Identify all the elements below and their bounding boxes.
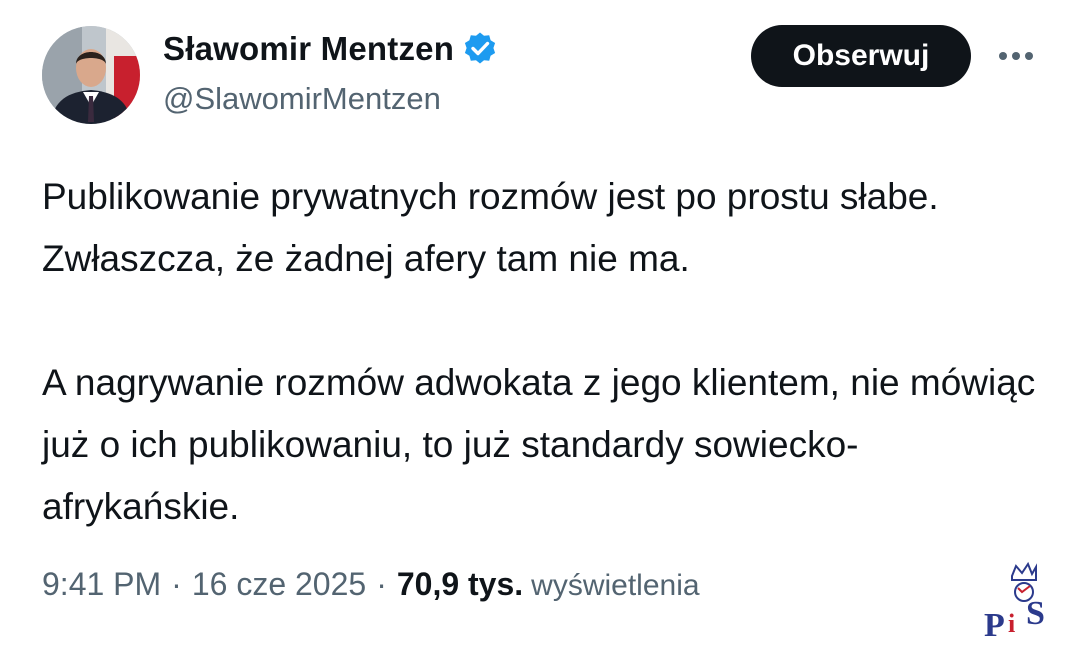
tweet-paragraph-2: A nagrywanie rozmów adwokata z jego klie… [42,362,1036,527]
tweet-text: Publikowanie prywatnych rozmów jest po p… [42,166,1042,538]
watermark-logo: P i S [972,558,1068,644]
tweet-date[interactable]: 16 cze 2025 [192,566,366,603]
more-options-icon[interactable] [994,38,1038,74]
meta-separator: · [376,566,387,602]
views-label: wyświetlenia [531,569,700,602]
views-count: 70,9 tys. [396,566,524,602]
avatar[interactable] [42,26,140,124]
follow-button[interactable]: Obserwuj [751,25,971,87]
meta-separator: · [171,566,182,602]
tweet-time[interactable]: 9:41 PM [42,566,161,603]
author-handle[interactable]: @SlawomirMentzen [163,81,441,117]
author-name-row: Sławomir Mentzen [163,30,498,68]
more-dot [999,52,1007,60]
verified-badge-icon [462,31,498,67]
more-dot [1012,52,1020,60]
author-name[interactable]: Sławomir Mentzen [163,30,454,68]
tweet-meta: 9:41 PM · 16 cze 2025 · 70,9 tys. wyświe… [42,566,700,603]
tweet-paragraph-1: Publikowanie prywatnych rozmów jest po p… [42,176,939,279]
svg-text:P: P [984,607,1005,644]
more-dot [1025,52,1033,60]
svg-text:i: i [1008,609,1015,638]
svg-text:S: S [1026,595,1045,632]
avatar-image [42,26,140,124]
